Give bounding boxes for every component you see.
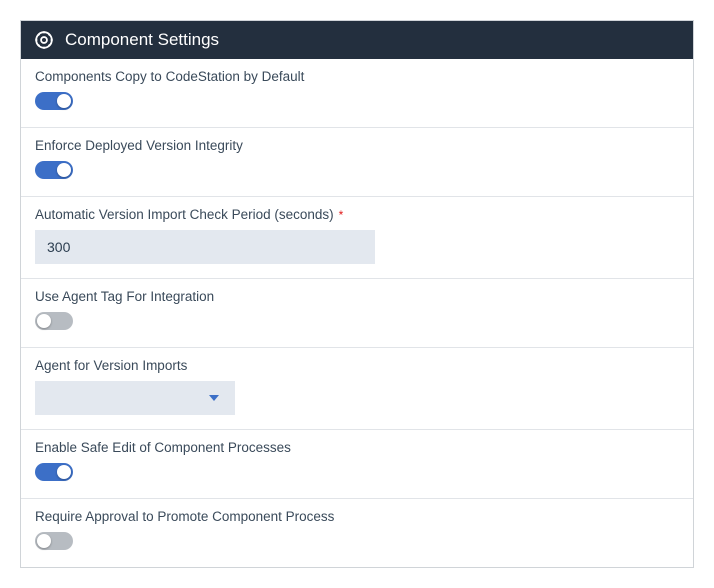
toggle-safe-edit[interactable] xyxy=(35,463,73,481)
setting-label: Components Copy to CodeStation by Defaul… xyxy=(35,69,679,84)
setting-copy-codestation: Components Copy to CodeStation by Defaul… xyxy=(21,59,693,128)
component-settings-panel: Component Settings Components Copy to Co… xyxy=(20,20,694,568)
setting-safe-edit: Enable Safe Edit of Component Processes xyxy=(21,430,693,499)
setting-label: Require Approval to Promote Component Pr… xyxy=(35,509,679,524)
panel-header: Component Settings xyxy=(21,21,693,59)
setting-label: Enable Safe Edit of Component Processes xyxy=(35,440,679,455)
setting-label: Agent for Version Imports xyxy=(35,358,679,373)
agent-for-imports-select[interactable] xyxy=(35,381,235,415)
chevron-down-icon xyxy=(209,395,219,401)
setting-agent-for-imports: Agent for Version Imports xyxy=(21,348,693,430)
gear-icon xyxy=(33,29,55,51)
setting-enforce-integrity: Enforce Deployed Version Integrity xyxy=(21,128,693,197)
toggle-use-agent-tag[interactable] xyxy=(35,312,73,330)
setting-label: Automatic Version Import Check Period (s… xyxy=(35,207,679,222)
panel-title: Component Settings xyxy=(65,30,219,50)
toggle-require-approval[interactable] xyxy=(35,532,73,550)
toggle-enforce-integrity[interactable] xyxy=(35,161,73,179)
required-asterisk: * xyxy=(339,208,344,222)
toggle-copy-codestation[interactable] xyxy=(35,92,73,110)
setting-import-period: Automatic Version Import Check Period (s… xyxy=(21,197,693,279)
import-period-input[interactable] xyxy=(35,230,375,264)
label-text: Automatic Version Import Check Period (s… xyxy=(35,207,334,222)
setting-use-agent-tag: Use Agent Tag For Integration xyxy=(21,279,693,348)
setting-label: Enforce Deployed Version Integrity xyxy=(35,138,679,153)
setting-label: Use Agent Tag For Integration xyxy=(35,289,679,304)
setting-require-approval: Require Approval to Promote Component Pr… xyxy=(21,499,693,567)
